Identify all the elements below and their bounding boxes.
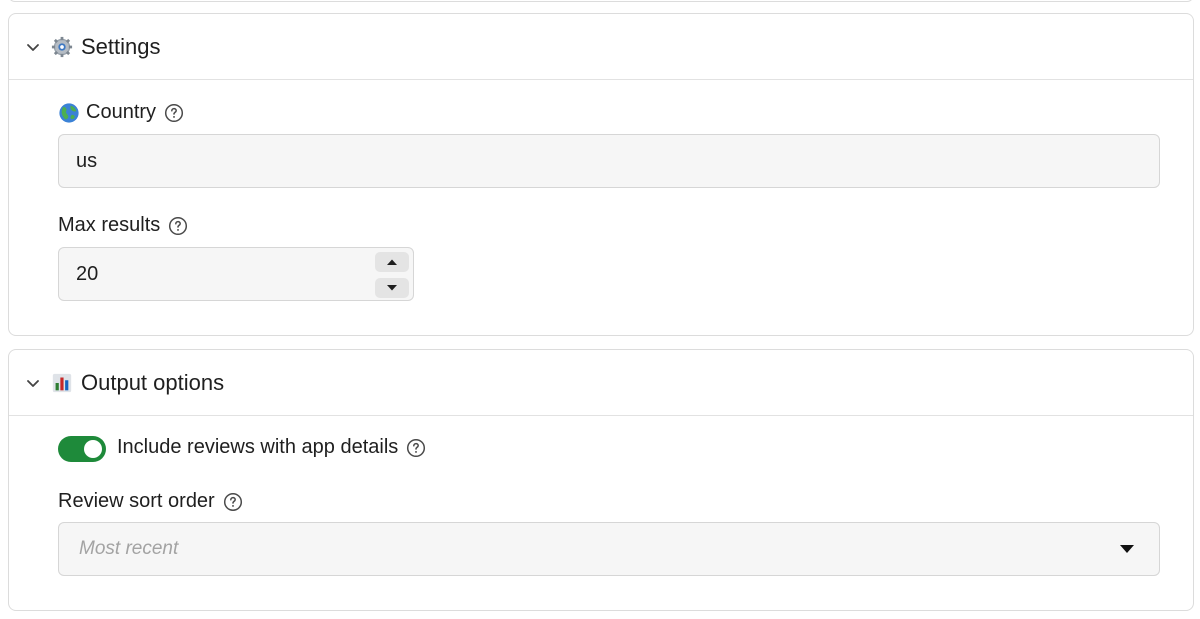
number-stepper: [375, 252, 409, 298]
review-sort-order-select[interactable]: Most recent: [58, 522, 1160, 576]
settings-panel-header[interactable]: Settings: [9, 14, 1193, 80]
include-reviews-label-text: Include reviews with app details: [117, 436, 399, 458]
chevron-down-icon[interactable]: [25, 39, 41, 55]
help-icon[interactable]: [168, 216, 188, 236]
include-reviews-toggle[interactable]: [58, 436, 106, 462]
help-icon[interactable]: [164, 103, 184, 123]
country-value: us: [76, 149, 98, 172]
max-results-label: Max results: [58, 214, 188, 237]
chevron-down-icon[interactable]: [25, 375, 41, 391]
settings-panel: Settings Country us Max results 20: [8, 13, 1194, 336]
country-label: Country: [58, 101, 184, 124]
previous-panel-edge: [8, 0, 1194, 2]
caret-down-icon: [387, 285, 397, 291]
max-results-input[interactable]: 20: [58, 247, 414, 301]
max-results-value: 20: [76, 262, 99, 285]
review-sort-order-label: Review sort order: [58, 490, 243, 513]
dropdown-caret-icon: [1120, 545, 1134, 553]
increment-button[interactable]: [375, 252, 409, 272]
output-options-panel-title: Output options: [81, 369, 225, 395]
bar-chart-icon: [52, 373, 72, 392]
country-label-text: Country: [86, 101, 157, 123]
review-sort-order-label-text: Review sort order: [58, 490, 215, 512]
settings-panel-title: Settings: [81, 33, 161, 59]
output-options-panel-header[interactable]: Output options: [9, 350, 1193, 416]
globe-icon: [59, 102, 79, 123]
country-input[interactable]: us: [58, 134, 1160, 188]
include-reviews-label: Include reviews with app details: [117, 436, 426, 459]
help-icon[interactable]: [406, 438, 426, 458]
output-options-panel: Output options Include reviews with app …: [8, 349, 1194, 611]
help-icon[interactable]: [223, 492, 243, 512]
decrement-button[interactable]: [375, 278, 409, 298]
caret-up-icon: [387, 259, 397, 265]
toggle-knob: [84, 440, 102, 458]
review-sort-order-placeholder: Most recent: [79, 538, 179, 559]
max-results-label-text: Max results: [58, 214, 161, 236]
gear-icon: [51, 36, 73, 57]
